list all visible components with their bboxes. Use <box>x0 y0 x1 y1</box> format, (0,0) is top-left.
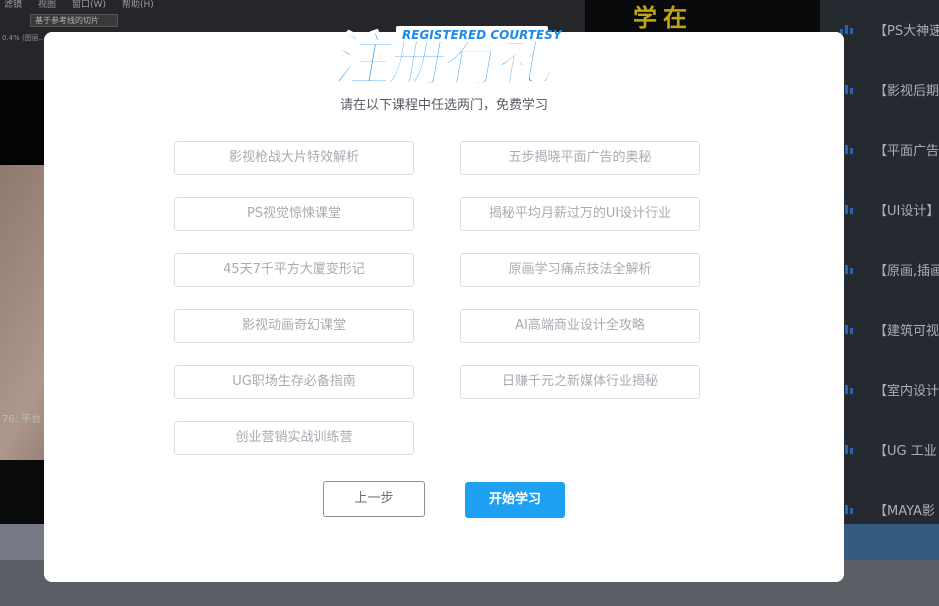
course-option[interactable]: 五步揭晓平面广告的奥秘 <box>460 141 700 175</box>
course-option[interactable]: 日赚千元之新媒体行业揭秘 <box>460 365 700 399</box>
course-option[interactable]: 影视枪战大片特效解析 <box>174 141 414 175</box>
course-option[interactable]: 原画学习痛点技法全解析 <box>460 253 700 287</box>
register-gift-logo: 注册有礼 REGISTERED COURTESY <box>330 2 570 84</box>
logo-sub-text: REGISTERED COURTESY <box>402 28 563 42</box>
register-gift-logo-art: 注册有礼 REGISTERED COURTESY <box>330 25 563 84</box>
previous-step-button[interactable]: 上一步 <box>323 481 425 517</box>
start-learning-button[interactable]: 开始学习 <box>465 482 565 518</box>
course-option[interactable]: 45天7千平方大厦变形记 <box>174 253 414 287</box>
course-option[interactable]: 创业营销实战训练营 <box>174 421 414 455</box>
register-gift-modal: 注册有礼 REGISTERED COURTESY 请在以下课程中任选两门，免费学… <box>44 25 844 582</box>
course-option[interactable]: 影视动画奇幻课堂 <box>174 309 414 343</box>
course-option[interactable]: PS视觉惊悚课堂 <box>174 197 414 231</box>
course-option[interactable]: AI高端商业设计全攻略 <box>460 309 700 343</box>
course-option[interactable]: 揭秘平均月薪过万的UI设计行业 <box>460 197 700 231</box>
modal-subtitle: 请在以下课程中任选两门，免费学习 <box>339 98 548 113</box>
course-option[interactable]: UG职场生存必备指南 <box>174 365 414 399</box>
